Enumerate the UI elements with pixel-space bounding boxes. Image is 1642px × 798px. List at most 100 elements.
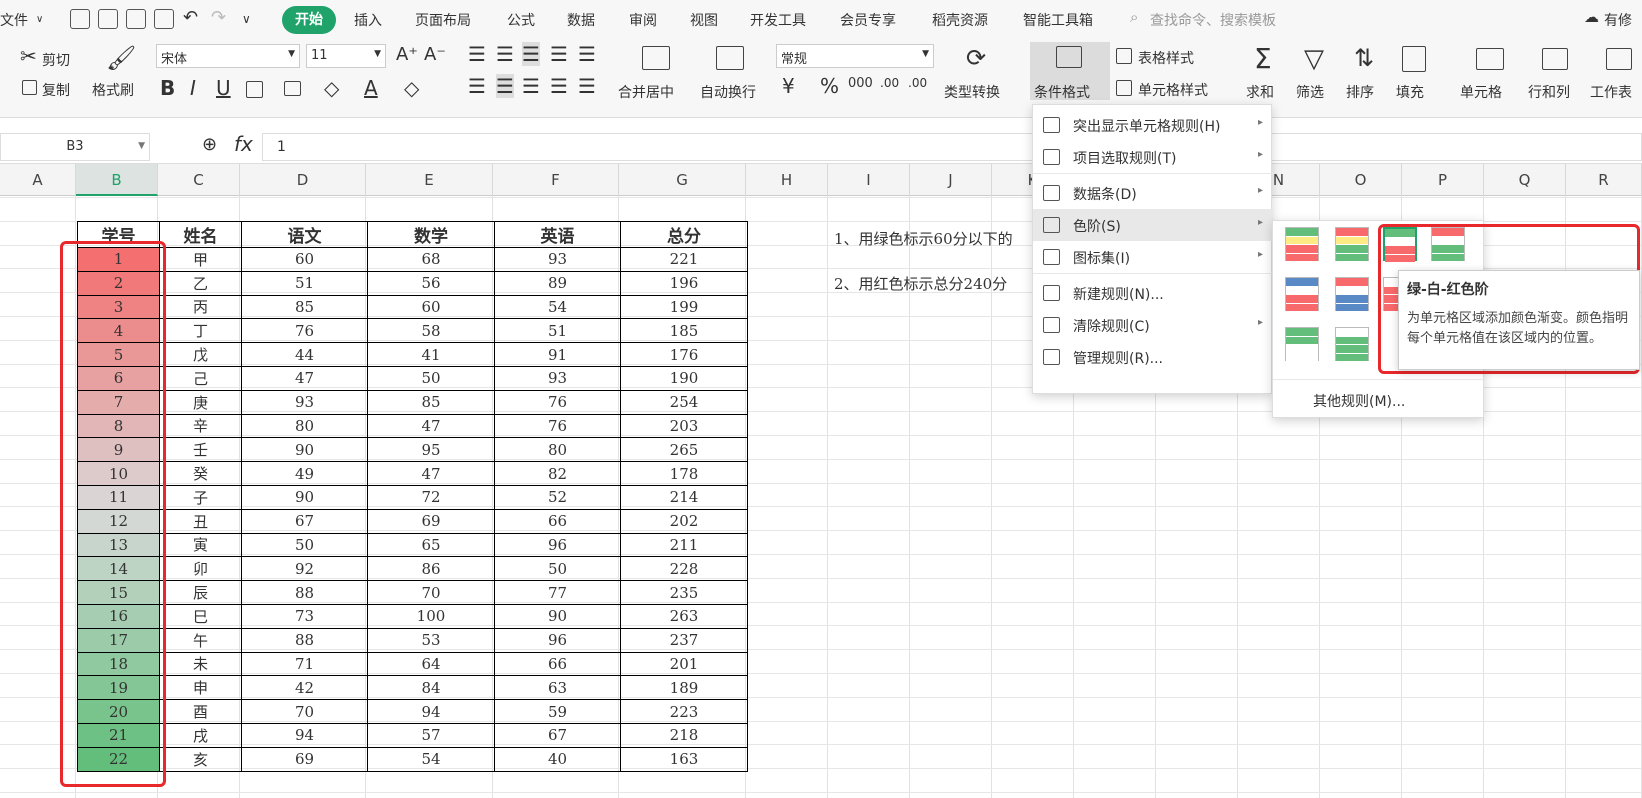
customize-icon[interactable]: ∨ [242,12,251,26]
sum-button[interactable]: 求和 [1246,82,1274,102]
column-header-f[interactable]: F [493,164,619,196]
bold-icon[interactable]: B [160,76,175,100]
table-cell[interactable]: 壬 [159,437,242,463]
tab-resources[interactable]: 稻壳资源 [932,10,988,30]
export-pdf-icon[interactable] [98,9,118,29]
table-header-cell[interactable]: 语文 [241,221,368,248]
column-header-c[interactable]: C [158,164,240,196]
table-cell[interactable]: 84 [367,675,495,701]
table-cell[interactable]: 41 [367,342,495,367]
font-color-icon[interactable]: A [364,76,378,100]
table-cell[interactable]: 59 [494,699,621,724]
cf-menu-item[interactable]: 项目选取规则(T) ▸ [1033,141,1273,173]
fill-button[interactable]: 填充 [1396,82,1424,102]
column-header-h[interactable]: H [746,164,828,196]
fx-button[interactable]: fx [234,132,253,156]
table-cell[interactable]: 196 [620,270,748,296]
table-cell[interactable]: 申 [159,675,242,701]
thousands-icon[interactable]: 000 [848,76,873,91]
table-cell[interactable]: 178 [620,461,748,486]
table-cell[interactable]: 47 [367,413,495,439]
table-cell[interactable]: 189 [620,675,748,701]
currency-icon[interactable]: ¥ [782,74,795,98]
font-size-select[interactable]: 11 ▼ [306,44,386,68]
column-header-g[interactable]: G [619,164,746,196]
sum-icon[interactable]: Σ [1254,42,1272,75]
table-cell[interactable]: 50 [494,556,621,582]
rows-cols-button[interactable]: 行和列 [1528,82,1570,102]
table-cell[interactable]: 52 [494,484,621,510]
table-cell[interactable]: 218 [620,722,748,748]
table-cell[interactable]: 丁 [159,318,242,344]
align-bottom-icon[interactable]: ☰ [522,42,540,66]
decimal-increase-icon[interactable]: .00 [880,76,899,90]
table-cell[interactable]: 223 [620,699,748,724]
table-cell[interactable]: 92 [241,556,368,582]
align-right-icon[interactable]: ☰ [522,74,540,98]
column-header-r[interactable]: R [1566,164,1642,196]
table-cell[interactable]: 甲 [159,247,242,272]
redo-icon[interactable]: ↷ [211,7,226,28]
table-cell[interactable]: 71 [241,651,368,677]
tab-smart-tools[interactable]: 智能工具箱 [1023,10,1093,30]
table-cell[interactable]: 201 [620,651,748,677]
table-cell[interactable]: 寅 [159,532,242,558]
table-cell[interactable]: 211 [620,532,748,558]
align-left-icon[interactable]: ☰ [468,74,486,98]
tab-data[interactable]: 数据 [567,10,595,30]
table-cell[interactable]: 50 [367,365,495,391]
other-rules-item[interactable]: 其他规则(M)... [1313,391,1405,411]
cut-button[interactable]: 剪切 [42,50,70,70]
table-cell[interactable]: 88 [241,580,368,605]
table-cell[interactable]: 93 [241,389,368,415]
table-cell[interactable]: 96 [494,627,621,653]
column-header-j[interactable]: J [910,164,992,196]
zoom-icon[interactable]: ⊕ [202,134,217,155]
color-scale-swatch[interactable] [1285,327,1319,362]
column-header-p[interactable]: P [1402,164,1484,196]
cf-menu-item[interactable]: 新建规则(N)... [1033,277,1273,309]
sync-status[interactable]: 有修 [1604,10,1632,30]
decimal-decrease-icon[interactable]: .00 [908,76,927,90]
table-cell[interactable]: 54 [494,294,621,320]
sort-button[interactable]: 排序 [1346,82,1374,102]
indent-increase-icon[interactable]: ☰ [578,42,596,66]
filter-button[interactable]: 筛选 [1296,82,1324,102]
indent-decrease-icon[interactable]: ☰ [550,42,568,66]
table-cell[interactable]: 90 [494,603,621,629]
table-cell[interactable]: 42 [241,675,368,701]
tab-member[interactable]: 会员专享 [840,10,896,30]
table-cell[interactable]: 66 [494,651,621,677]
table-cell[interactable]: 80 [241,413,368,439]
table-cell[interactable]: 237 [620,627,748,653]
table-cell[interactable]: 66 [494,508,621,534]
table-cell[interactable]: 51 [494,318,621,344]
table-cell[interactable]: 辛 [159,413,242,439]
merge-center-button[interactable]: 合并居中 [618,82,674,102]
tab-formula[interactable]: 公式 [507,10,535,30]
number-format-select[interactable]: 常规 ▼ [776,44,934,68]
table-cell[interactable]: 未 [159,651,242,677]
table-cell[interactable]: 亥 [159,746,242,772]
table-cell[interactable]: 214 [620,484,748,510]
align-center-icon[interactable]: ☰ [496,74,514,98]
table-cell[interactable]: 263 [620,603,748,629]
percent-icon[interactable]: % [820,74,839,98]
table-cell[interactable]: 203 [620,413,748,439]
table-cell[interactable]: 44 [241,342,368,367]
tab-developer[interactable]: 开发工具 [750,10,806,30]
name-box[interactable]: B3 ▼ [0,133,150,161]
tab-review[interactable]: 审阅 [629,10,657,30]
table-style-icon[interactable] [1116,48,1132,64]
table-cell[interactable]: 64 [367,651,495,677]
table-cell[interactable]: 65 [367,532,495,558]
column-header-o[interactable]: O [1320,164,1402,196]
font-grow-icon[interactable]: A⁺ [396,44,418,65]
table-cell[interactable]: 69 [241,746,368,772]
tab-insert[interactable]: 插入 [354,10,382,30]
border-icon[interactable] [246,81,263,98]
color-scale-swatch[interactable] [1335,227,1369,262]
table-cell[interactable]: 50 [241,532,368,558]
table-cell[interactable]: 96 [494,532,621,558]
fill-icon[interactable] [1402,46,1426,72]
